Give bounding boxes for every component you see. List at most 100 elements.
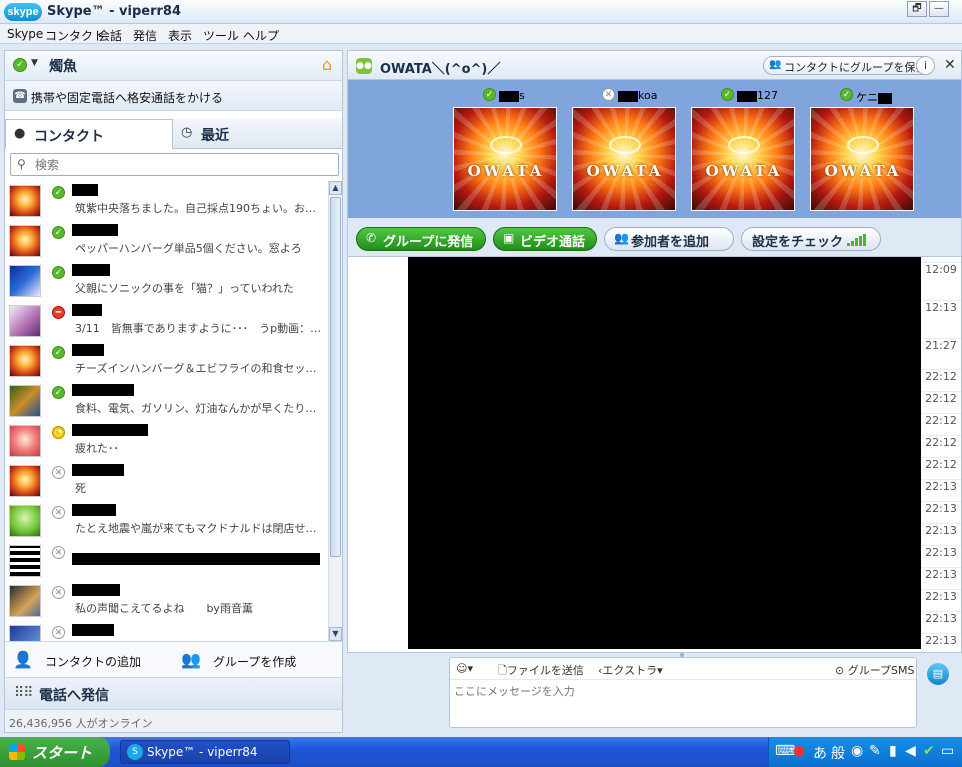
participant-tile[interactable]: ✓ 127 OWATA [691, 84, 795, 214]
participant-tile[interactable]: ✕ koa OWATA [572, 84, 676, 214]
conversation-title[interactable]: OWATA＼(^o^)／ [380, 58, 500, 77]
contact-item[interactable]: ✓ 筑紫中央落ちました。自己採点190ちょい。おちま… [5, 181, 328, 221]
online-status-icon: ✓ [52, 346, 65, 359]
menu-view[interactable]: 表示 [168, 27, 192, 44]
send-file-button[interactable]: 🗋ファイルを送信 [498, 662, 584, 681]
contact-mood-message: 筑紫中央落ちました。自己採点190ちょい。おちま… [75, 202, 323, 215]
participant-tile[interactable]: ✓ s OWATA [453, 84, 557, 214]
check-settings-button[interactable]: 設定をチェック [741, 227, 881, 251]
taskbar-skype-label: Skype™ - viperr84 [147, 745, 258, 759]
contact-item[interactable]: ✕ たとえ地震や嵐が来てもマクドナルドは閉店せず・・・ [5, 501, 328, 541]
contact-item[interactable]: ✕ 私の声聞こえてるよね by雨音薫 [5, 581, 328, 621]
menu-conversation[interactable]: 会話 [98, 27, 122, 44]
tab-contacts[interactable]: ● コンタクト [5, 119, 173, 149]
menu-contacts[interactable]: コンタクト [45, 27, 105, 44]
phone-icon: ✆ [366, 231, 377, 245]
message-timestamp: 22:13 [921, 633, 961, 647]
conversation-panel: ●● OWATA＼(^o^)／ 👥 コンタクトにグループを保存 i ✕ ✓ s OW… [347, 50, 962, 733]
group-icon: 👥 [769, 59, 782, 70]
contact-item[interactable]: ◔ 疲れた･･ [5, 421, 328, 461]
ime-hiragana[interactable]: あ [813, 743, 827, 763]
call-promo-label: 携帯や固定電話へ格安通話をかける [31, 91, 224, 105]
save-group-button[interactable]: 👥 コンタクトにグループを保存 [763, 56, 934, 75]
participant-tile[interactable]: ✓ ケニ OWATA [810, 84, 914, 214]
message-input[interactable] [454, 683, 912, 725]
restore-button[interactable]: 🗗 [907, 1, 927, 17]
contact-item[interactable]: ━ 3/11 皆無事でありますように･･･ うp動画：sm13… [5, 301, 328, 341]
contact-item[interactable]: ✓ 父親にソニックの事を「猫？」っていわれた [5, 261, 328, 301]
ime-mode[interactable]: 般 [831, 743, 845, 763]
message-timestamp: 22:13 [921, 479, 961, 493]
online-status-icon[interactable]: ✓ [13, 58, 27, 72]
extras-button[interactable]: ‹エクストラ▾ [598, 662, 663, 678]
contact-item[interactable]: ✕ 死 [5, 461, 328, 501]
left-panel: ✓ ▼ 燭魚 ⌂ ☎ 携帯や固定電話へ格安通話をかける ● コンタクト ◷ 最近… [4, 50, 343, 733]
dial-row[interactable]: ⠿⠿ 電話へ発信 [5, 677, 342, 709]
info-button[interactable]: i [916, 56, 935, 75]
contact-item[interactable]: ✓ チーズインハンバーグ＆エビフライの和食セット大盛… [5, 341, 328, 381]
minimize-button[interactable]: — [929, 1, 949, 17]
call-promo-row[interactable]: ☎ 携帯や固定電話へ格安通話をかける [5, 81, 342, 111]
offline-status-icon: ✕ [52, 626, 65, 639]
scroll-thumb[interactable] [330, 197, 341, 557]
menu-tools[interactable]: ツール [203, 27, 239, 44]
tray-tool-icon[interactable]: ✎ [869, 743, 881, 759]
tray-skype-status-icon[interactable]: ✔ [923, 743, 935, 759]
message-timestamp: 22:13 [921, 589, 961, 603]
taskbar-skype-window[interactable]: S Skype™ - viperr84 [120, 740, 290, 764]
contact-actions: 👤 コンタクトの追加 👥 グループを作成 [5, 641, 342, 677]
online-status-icon: ✓ [52, 226, 65, 239]
tray-info-icon[interactable]: ▮ [889, 743, 897, 759]
extras-label: エクストラ▾ [602, 664, 663, 677]
send-message-button[interactable]: ▤ [927, 663, 949, 685]
video-call-button[interactable]: ▣ ビデオ通話 [493, 227, 597, 251]
contact-item[interactable]: ✕ [5, 541, 328, 581]
light-rays [454, 108, 556, 210]
offline-status-icon: ✕ [52, 586, 65, 599]
message-timestamp: 21:27 [921, 338, 961, 352]
menu-help[interactable]: ヘルプ [243, 27, 279, 44]
avatar [9, 465, 41, 497]
group-call-button[interactable]: ✆ グループに発信 [356, 227, 486, 251]
profile-row[interactable]: ✓ ▼ 燭魚 ⌂ [5, 51, 342, 81]
avatar [9, 265, 41, 297]
start-button[interactable]: スタート [0, 737, 110, 767]
menu-skype[interactable]: Skype [7, 27, 43, 41]
contact-item[interactable]: ✓ ペッパーハンバーグ単品5個ください。窓よろ [5, 221, 328, 261]
contact-item[interactable]: ✕ [5, 621, 328, 641]
contact-scrollbar[interactable]: ▲ ▼ [328, 181, 342, 641]
contact-item[interactable]: ✓ 食料、電気、ガソリン、灯油なんかが早くたりるよう… [5, 381, 328, 421]
tray-expand-icon[interactable]: ◀ [905, 743, 916, 759]
profile-name[interactable]: 燭魚 [49, 56, 77, 76]
chat-history[interactable]: 12:09 12:13 21:27 22:12 22:12 22:12 22:12 22:12… [347, 256, 962, 653]
group-sms-button[interactable]: ⊙ グループSMS [835, 662, 915, 678]
contact-mood-message: 死 [75, 482, 86, 495]
offline-status-icon: ✕ [52, 506, 65, 519]
scroll-up-button[interactable]: ▲ [329, 181, 342, 195]
search-box[interactable]: ⚲ [10, 153, 339, 176]
tab-recent[interactable]: ◷ 最近 [173, 119, 342, 149]
add-participant-button[interactable]: 👥 参加者を追加 [604, 227, 734, 251]
person-icon: ● [14, 126, 26, 141]
message-timestamps: 12:09 12:13 21:27 22:12 22:12 22:12 22:12 22:12… [921, 257, 961, 649]
ime-icon[interactable]: ● [793, 743, 805, 759]
scroll-down-button[interactable]: ▼ [329, 627, 342, 641]
contact-list: ✓ 筑紫中央落ちました。自己採点190ちょい。おちま… ✓ ペッパーハンバーグ単品5個… [5, 181, 328, 641]
start-label: スタート [32, 745, 93, 762]
clock-icon: ◷ [181, 125, 193, 140]
home-icon[interactable]: ⌂ [318, 56, 336, 74]
add-contact-button[interactable]: 👤 コンタクトの追加 [5, 642, 173, 678]
skype-icon: S [127, 744, 143, 760]
redacted-name-part [618, 90, 638, 102]
search-input[interactable] [35, 156, 325, 173]
contact-mood-message: チーズインハンバーグ＆エビフライの和食セット大盛… [75, 362, 323, 375]
network-icon[interactable]: ▭ [941, 743, 954, 759]
emoticon-button[interactable]: ☺▾ [456, 662, 473, 675]
close-conversation-button[interactable]: ✕ [944, 57, 956, 73]
save-group-label: コンタクトにグループを保存 [784, 61, 927, 74]
tray-app-icon[interactable]: ◉ [851, 743, 863, 759]
message-input-box: ☺▾ 🗋ファイルを送信 ‹エクストラ▾ ⊙ グループSMS [449, 657, 917, 728]
status-dropdown-icon[interactable]: ▼ [31, 58, 38, 68]
menu-call[interactable]: 発信 [133, 27, 157, 44]
create-group-button[interactable]: 👥 グループを作成 [173, 642, 342, 678]
